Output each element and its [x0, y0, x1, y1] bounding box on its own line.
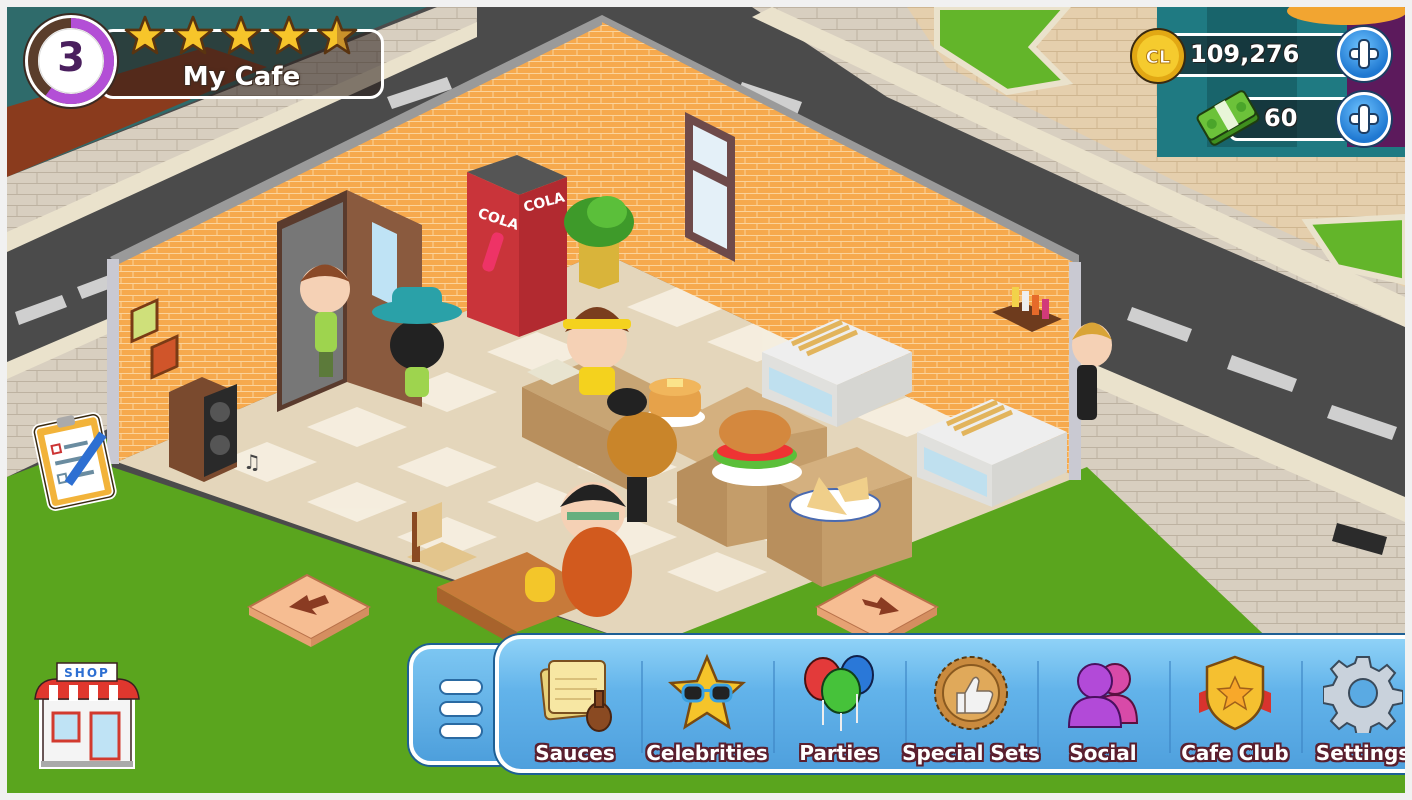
star-icon [316, 15, 358, 55]
level-badge[interactable]: 3 [25, 15, 117, 107]
add-cash-button[interactable] [1337, 92, 1391, 146]
menu-item-celebrities[interactable]: Celebrities [643, 639, 771, 769]
gear-icon [1323, 656, 1403, 733]
tasks-button[interactable] [31, 409, 123, 511]
menu-item-cafe-club[interactable]: Cafe Club [1171, 639, 1299, 769]
menu-label-sauces: Sauces [535, 741, 615, 765]
shield-star-icon [1199, 655, 1271, 731]
menu-label-settings: Settings [1315, 741, 1405, 765]
cash-value: 60 [1264, 104, 1298, 132]
star-icon [220, 15, 262, 55]
menu-item-social[interactable]: Social [1039, 639, 1167, 769]
window [685, 112, 735, 262]
menu-label-parties: Parties [799, 741, 879, 765]
shop-storefront-icon: SHOP [34, 662, 140, 769]
menu-item-settings[interactable]: Settings [1299, 639, 1405, 769]
clipboard-pencil-icon [31, 412, 117, 511]
star-rating [124, 15, 369, 57]
star-icon [124, 15, 166, 55]
character-customer-redhead[interactable] [562, 527, 632, 617]
menu-item-sauces[interactable]: Sauces [511, 639, 639, 769]
cafe-name: My Cafe [182, 62, 301, 92]
shop-button[interactable]: SHOP [27, 657, 145, 775]
people-icon [1067, 663, 1139, 728]
recipe-pepper-mill-icon [539, 660, 612, 732]
cola-vending-machine: COLA COLA [467, 155, 567, 337]
cash-stack-icon [1193, 89, 1263, 147]
menu-label-cafe-club: Cafe Club [1181, 741, 1289, 765]
balloons-icon [804, 655, 874, 731]
thumbs-up-medal-icon [934, 656, 1008, 730]
add-coins-button[interactable] [1337, 27, 1391, 81]
cl-coin-icon: CL [1129, 27, 1187, 85]
svg-text:♫: ♫ [243, 450, 261, 474]
level-number: 3 [57, 35, 85, 81]
svg-text:CL: CL [1146, 47, 1171, 68]
menu-label-celebrities: Celebrities [646, 741, 768, 765]
menu-item-parties[interactable]: Parties [775, 639, 903, 769]
shop-sign-text: SHOP [64, 666, 110, 680]
star-icon [268, 15, 310, 55]
game-viewport[interactable]: ♫ COLA COLA My Cafe 3 CL 109,276 60 SHOP… [7, 7, 1405, 793]
star-sunglasses-icon [667, 653, 747, 730]
menu-label-social: Social [1069, 741, 1137, 765]
menu-label-special-sets: Special Sets [902, 741, 1040, 765]
bottom-menu-bar: Sauces Celebrities Parties Special Sets … [495, 635, 1405, 773]
menu-item-special-sets[interactable]: Special Sets [902, 639, 1040, 769]
coins-value: 109,276 [1190, 40, 1300, 68]
star-icon [172, 15, 214, 55]
